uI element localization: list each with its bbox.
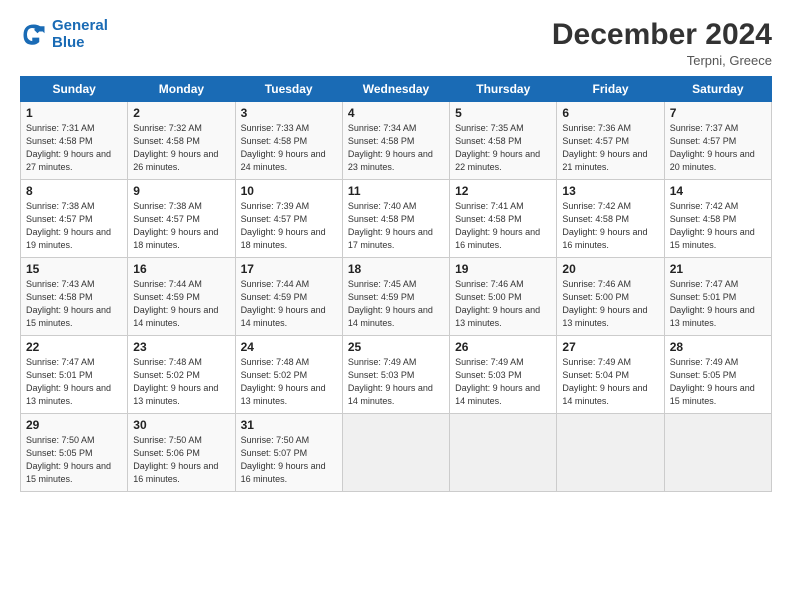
col-saturday: Saturday (664, 77, 771, 102)
page: General Blue December 2024 Terpni, Greec… (0, 0, 792, 612)
table-cell: 9Sunrise: 7:38 AMSunset: 4:57 PMDaylight… (128, 180, 235, 258)
table-cell (450, 414, 557, 492)
table-cell: 12Sunrise: 7:41 AMSunset: 4:58 PMDayligh… (450, 180, 557, 258)
table-cell: 23Sunrise: 7:48 AMSunset: 5:02 PMDayligh… (128, 336, 235, 414)
table-cell: 24Sunrise: 7:48 AMSunset: 5:02 PMDayligh… (235, 336, 342, 414)
table-cell: 10Sunrise: 7:39 AMSunset: 4:57 PMDayligh… (235, 180, 342, 258)
table-cell: 19Sunrise: 7:46 AMSunset: 5:00 PMDayligh… (450, 258, 557, 336)
col-monday: Monday (128, 77, 235, 102)
table-cell: 21Sunrise: 7:47 AMSunset: 5:01 PMDayligh… (664, 258, 771, 336)
logo-icon (20, 21, 48, 49)
table-cell (342, 414, 449, 492)
calendar-table: Sunday Monday Tuesday Wednesday Thursday… (20, 76, 772, 492)
logo-text: General Blue (52, 18, 108, 51)
table-cell: 6Sunrise: 7:36 AMSunset: 4:57 PMDaylight… (557, 102, 664, 180)
table-cell (557, 414, 664, 492)
table-cell: 28Sunrise: 7:49 AMSunset: 5:05 PMDayligh… (664, 336, 771, 414)
header-row: Sunday Monday Tuesday Wednesday Thursday… (21, 77, 772, 102)
table-cell: 3Sunrise: 7:33 AMSunset: 4:58 PMDaylight… (235, 102, 342, 180)
location: Terpni, Greece (552, 53, 772, 68)
table-cell: 27Sunrise: 7:49 AMSunset: 5:04 PMDayligh… (557, 336, 664, 414)
table-cell: 25Sunrise: 7:49 AMSunset: 5:03 PMDayligh… (342, 336, 449, 414)
table-cell: 1Sunrise: 7:31 AMSunset: 4:58 PMDaylight… (21, 102, 128, 180)
col-sunday: Sunday (21, 77, 128, 102)
table-cell: 4Sunrise: 7:34 AMSunset: 4:58 PMDaylight… (342, 102, 449, 180)
table-cell: 16Sunrise: 7:44 AMSunset: 4:59 PMDayligh… (128, 258, 235, 336)
table-cell: 15Sunrise: 7:43 AMSunset: 4:58 PMDayligh… (21, 258, 128, 336)
table-cell: 2Sunrise: 7:32 AMSunset: 4:58 PMDaylight… (128, 102, 235, 180)
table-cell: 13Sunrise: 7:42 AMSunset: 4:58 PMDayligh… (557, 180, 664, 258)
month-title: December 2024 (552, 18, 772, 51)
col-thursday: Thursday (450, 77, 557, 102)
col-friday: Friday (557, 77, 664, 102)
table-cell: 18Sunrise: 7:45 AMSunset: 4:59 PMDayligh… (342, 258, 449, 336)
table-cell: 31Sunrise: 7:50 AMSunset: 5:07 PMDayligh… (235, 414, 342, 492)
table-cell: 5Sunrise: 7:35 AMSunset: 4:58 PMDaylight… (450, 102, 557, 180)
table-cell: 29Sunrise: 7:50 AMSunset: 5:05 PMDayligh… (21, 414, 128, 492)
table-cell: 26Sunrise: 7:49 AMSunset: 5:03 PMDayligh… (450, 336, 557, 414)
title-block: December 2024 Terpni, Greece (552, 18, 772, 68)
table-cell: 20Sunrise: 7:46 AMSunset: 5:00 PMDayligh… (557, 258, 664, 336)
logo: General Blue (20, 18, 108, 51)
table-cell: 14Sunrise: 7:42 AMSunset: 4:58 PMDayligh… (664, 180, 771, 258)
table-cell: 8Sunrise: 7:38 AMSunset: 4:57 PMDaylight… (21, 180, 128, 258)
header: General Blue December 2024 Terpni, Greec… (20, 18, 772, 68)
table-cell: 17Sunrise: 7:44 AMSunset: 4:59 PMDayligh… (235, 258, 342, 336)
col-wednesday: Wednesday (342, 77, 449, 102)
table-cell: 7Sunrise: 7:37 AMSunset: 4:57 PMDaylight… (664, 102, 771, 180)
table-cell: 11Sunrise: 7:40 AMSunset: 4:58 PMDayligh… (342, 180, 449, 258)
col-tuesday: Tuesday (235, 77, 342, 102)
table-cell: 30Sunrise: 7:50 AMSunset: 5:06 PMDayligh… (128, 414, 235, 492)
table-cell (664, 414, 771, 492)
table-cell: 22Sunrise: 7:47 AMSunset: 5:01 PMDayligh… (21, 336, 128, 414)
